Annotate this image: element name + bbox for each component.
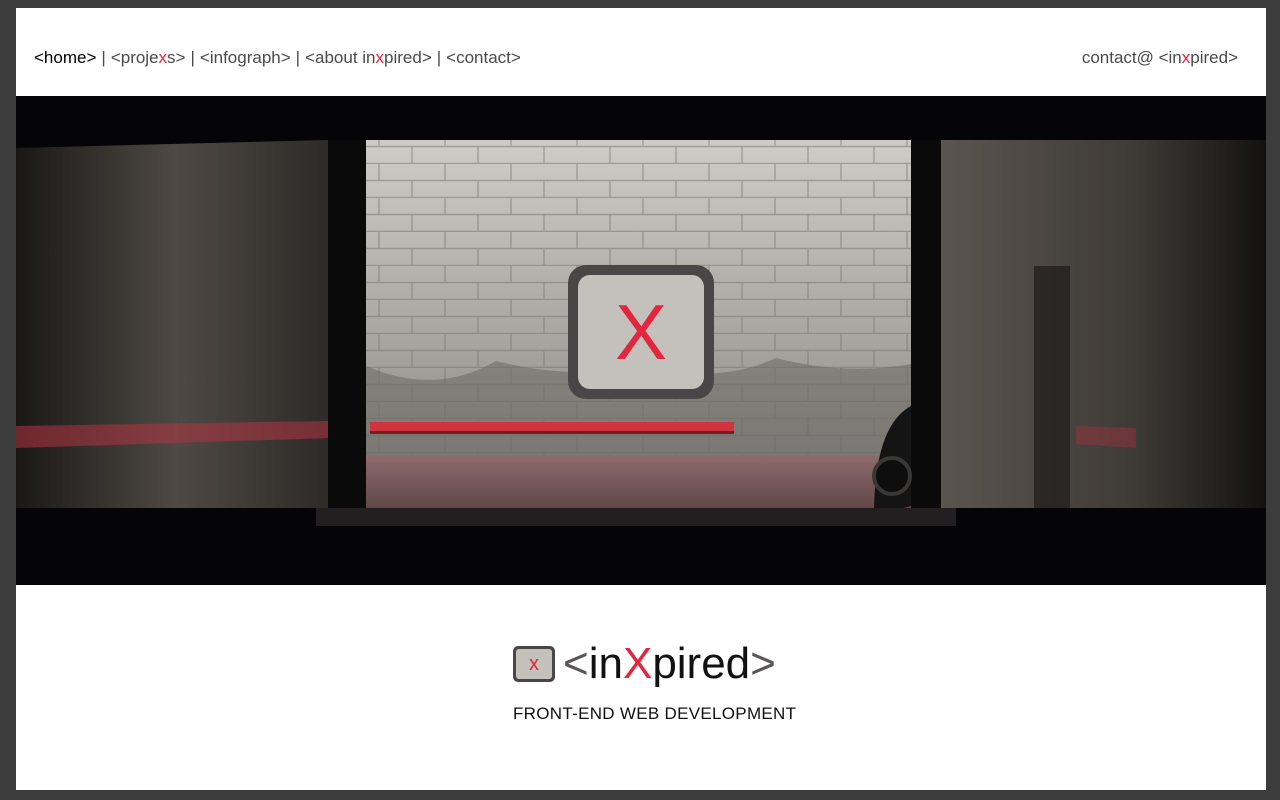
logo-post: pired bbox=[652, 639, 751, 688]
logo-x-icon: x bbox=[513, 646, 555, 682]
nav-home[interactable]: <home> bbox=[34, 48, 96, 67]
nav-about-post: pired> bbox=[384, 48, 432, 67]
logo-pre: in bbox=[588, 639, 623, 688]
hero-x-badge: X bbox=[568, 265, 714, 399]
nav-separator: | bbox=[436, 48, 442, 67]
hero-x-icon: X bbox=[578, 275, 704, 389]
site-logo[interactable]: x <inXpired> bbox=[513, 642, 776, 686]
contact-email-link[interactable]: contact@ <inxpired> bbox=[1082, 48, 1238, 68]
page: <home> | <projexs> | <infograph> | <about inxp… bbox=[16, 8, 1266, 790]
nav-separator: | bbox=[190, 48, 195, 67]
nav-projects-post: s> bbox=[167, 48, 186, 67]
logo-open-bracket: < bbox=[563, 639, 589, 688]
nav-projects-pre: <proje bbox=[110, 48, 159, 67]
contact-pre: contact@ <in bbox=[1081, 48, 1182, 67]
hero-image: X bbox=[16, 96, 1266, 585]
logo-wordmark: <inXpired> bbox=[563, 642, 776, 686]
nav-separator: | bbox=[101, 48, 106, 67]
nav-about[interactable]: <about inxpired> bbox=[305, 48, 432, 67]
nav-about-x: x bbox=[375, 48, 385, 67]
main-nav: <home> | <projexs> | <infograph> | <about inxp… bbox=[34, 48, 521, 68]
nav-infograph[interactable]: <infograph> bbox=[200, 48, 291, 67]
logo-close-bracket: > bbox=[750, 639, 776, 688]
logo-x: X bbox=[622, 639, 653, 688]
logo-x-letter: x bbox=[516, 649, 552, 679]
nav-projects-x: x bbox=[158, 48, 168, 67]
tagline: FRONT-END WEB DEVELOPMENT bbox=[513, 704, 797, 723]
contact-x: x bbox=[1181, 48, 1191, 67]
nav-contact[interactable]: <contact> bbox=[446, 48, 521, 67]
nav-about-pre: <about in bbox=[305, 48, 376, 67]
nav-projects[interactable]: <projexs> bbox=[111, 48, 186, 67]
nav-separator: | bbox=[295, 48, 301, 67]
contact-post: pired> bbox=[1190, 48, 1238, 67]
